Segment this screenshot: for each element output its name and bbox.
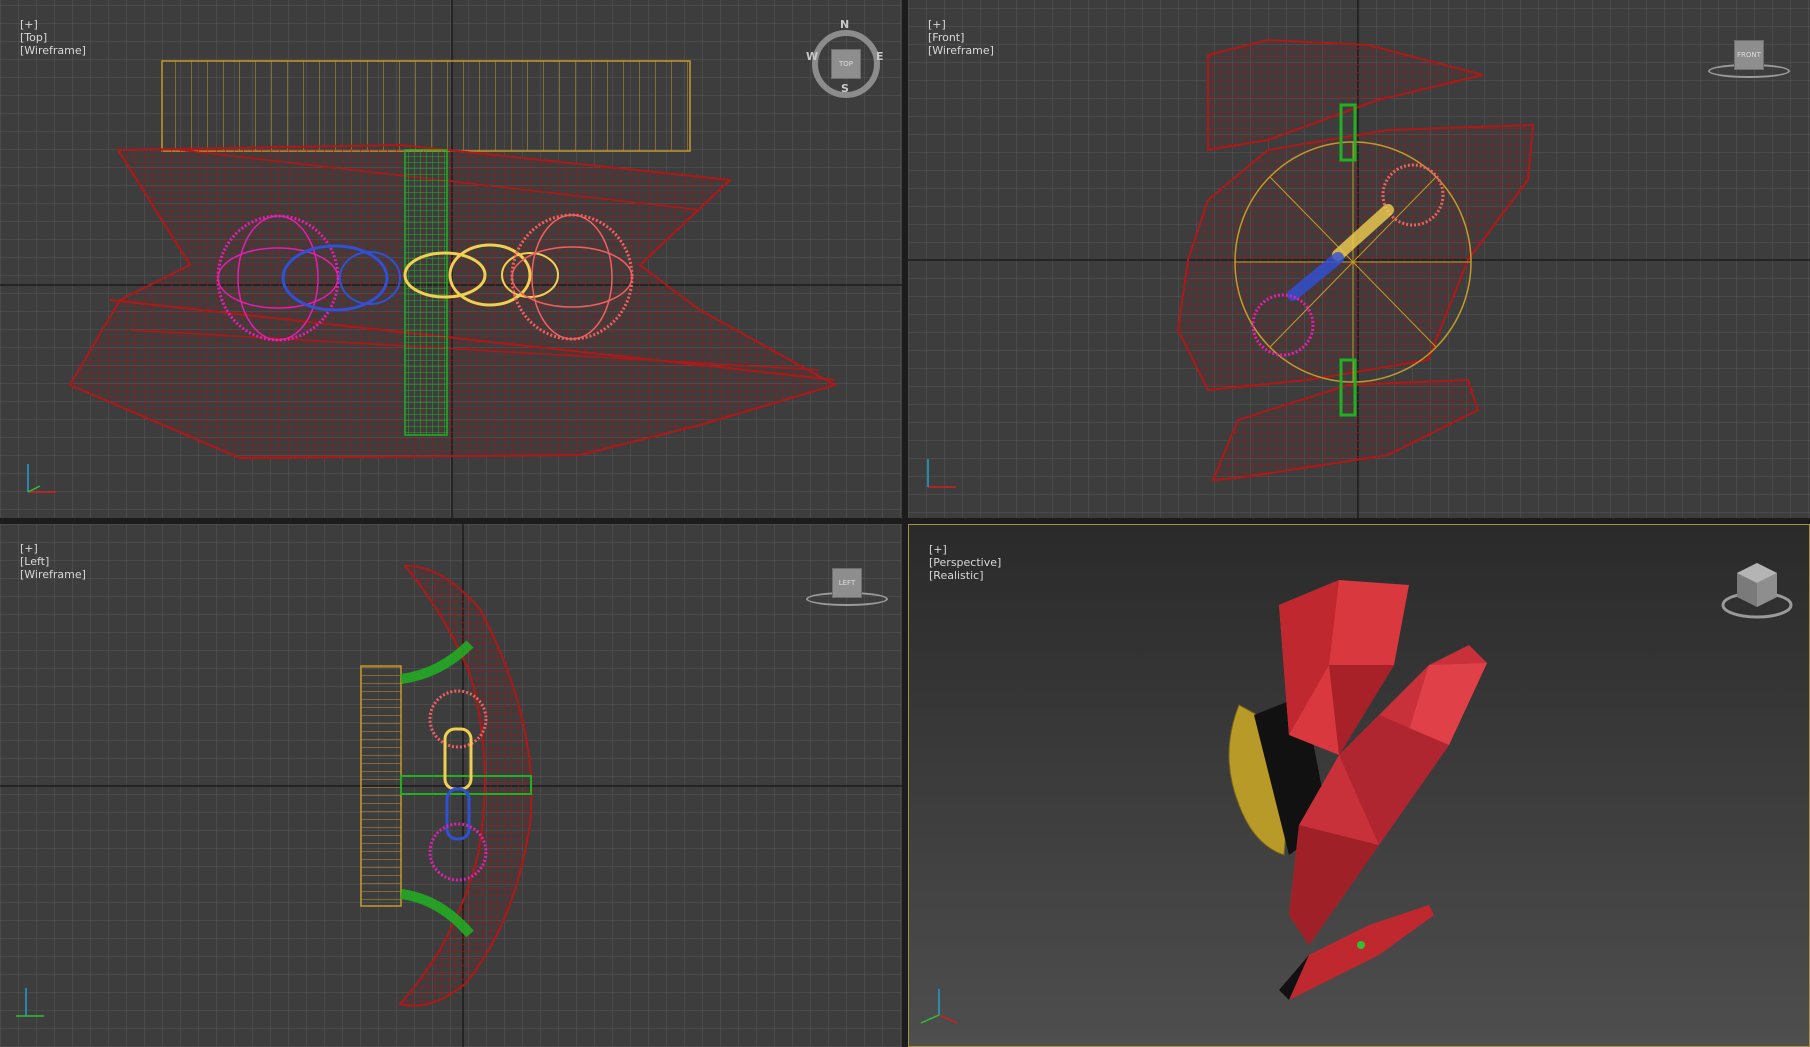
green-column-wireframe xyxy=(404,149,448,436)
top-viewport-canvas xyxy=(0,0,902,518)
viewport-front[interactable]: [+] [Front] [Wireframe] FRONT xyxy=(908,0,1810,518)
axis-tripod-icon xyxy=(27,464,56,493)
viewport-view-menu[interactable]: [Left] xyxy=(20,555,49,568)
viewport-shading-menu[interactable]: [Wireframe] xyxy=(928,44,994,57)
viewcube-compass[interactable]: TOP N S E W xyxy=(806,18,884,98)
viewport-shading-menu[interactable]: [Wireframe] xyxy=(20,568,86,581)
viewport-label-front[interactable]: [+] [Front] [Wireframe] xyxy=(914,5,994,70)
viewport-top[interactable]: [+] [Top] [Wireframe] TOP N S E W xyxy=(0,0,902,518)
viewcube[interactable]: FRONT xyxy=(1708,36,1790,82)
viewport-plus-menu[interactable]: [+] xyxy=(928,18,946,31)
green-pivot-solid xyxy=(1357,941,1365,949)
axis-tripod-icon xyxy=(16,988,44,1017)
viewcube[interactable]: LEFT xyxy=(806,564,888,610)
viewport-left[interactable]: [+] [Left] [Wireframe] LEFT xyxy=(0,524,902,1047)
viewcube-3d[interactable] xyxy=(1717,557,1797,627)
viewport-plus-menu[interactable]: [+] xyxy=(20,18,38,31)
left-viewport-canvas xyxy=(0,524,902,1047)
viewcube-top-face[interactable]: TOP xyxy=(831,49,861,79)
viewport-shading-menu[interactable]: [Realistic] xyxy=(929,569,984,582)
viewport-shading-menu[interactable]: [Wireframe] xyxy=(20,44,86,57)
viewport-view-menu[interactable]: [Top] xyxy=(20,31,47,44)
compass-east: E xyxy=(876,50,884,63)
axis-tripod-icon xyxy=(927,459,956,488)
compass-north: N xyxy=(840,18,850,31)
perspective-viewport-canvas xyxy=(1228,580,1487,1000)
viewport-plus-menu[interactable]: [+] xyxy=(929,543,947,556)
viewport-label-perspective[interactable]: [+] [Perspective] [Realistic] xyxy=(915,530,1001,595)
gold-bar-wireframe xyxy=(161,60,691,152)
compass-south: S xyxy=(841,82,849,95)
viewport-perspective[interactable]: [+] [Perspective] [Realistic] xyxy=(908,524,1810,1047)
axis-tripod-icon xyxy=(920,989,958,1024)
viewport-view-menu[interactable]: [Perspective] xyxy=(929,556,1001,569)
viewport-plus-menu[interactable]: [+] xyxy=(20,542,38,555)
front-viewport-canvas xyxy=(908,0,1810,518)
viewcube-front-face[interactable]: FRONT xyxy=(1734,40,1764,70)
gold-panel-wireframe xyxy=(360,665,402,907)
compass-west: W xyxy=(806,50,819,63)
viewport-label-top[interactable]: [+] [Top] [Wireframe] xyxy=(6,5,86,70)
viewport-label-left[interactable]: [+] [Left] [Wireframe] xyxy=(6,529,86,594)
viewport-view-menu[interactable]: [Front] xyxy=(928,31,964,44)
viewcube-left-face[interactable]: LEFT xyxy=(832,568,862,598)
